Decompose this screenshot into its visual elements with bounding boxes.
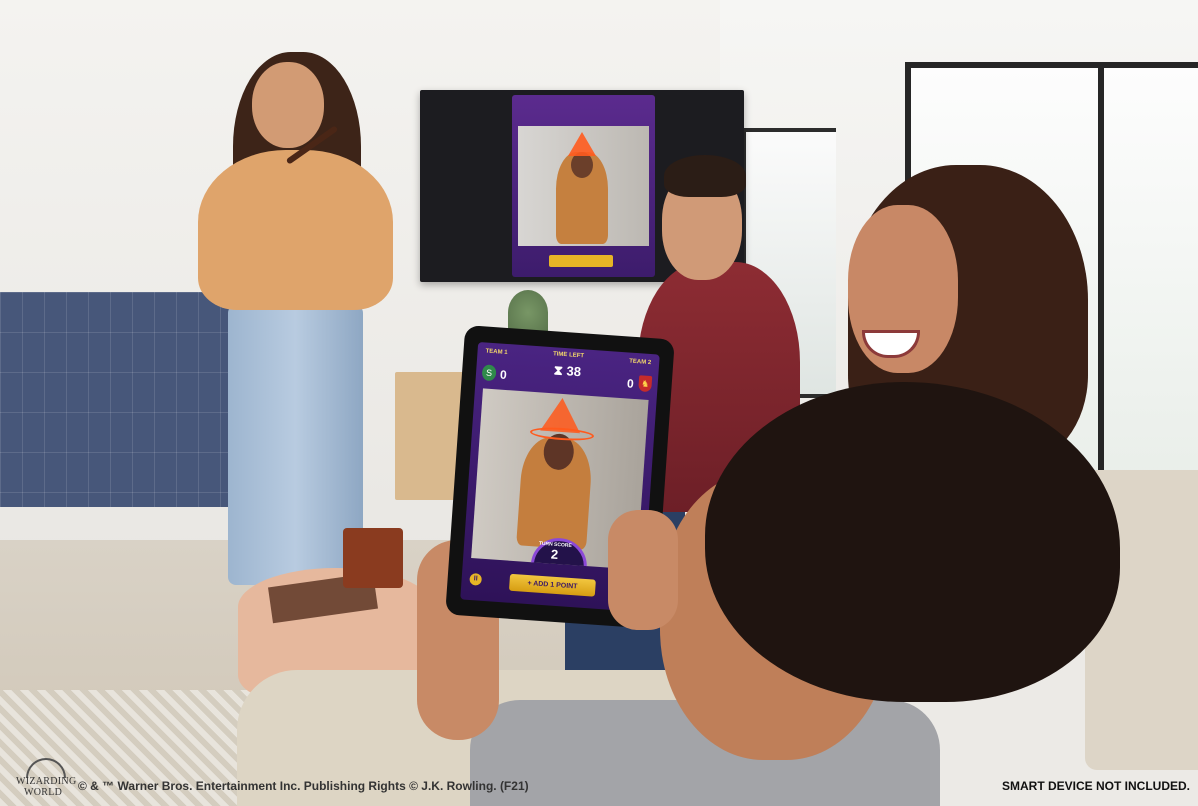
photo-scene: TEAM 1 TEAM 2 TIME LEFT ⧗ 38 S 0 0 ♞ TUR… — [0, 0, 1198, 806]
add-point-button[interactable]: + ADD 1 POINT — [508, 573, 596, 597]
legal-notice: © & ™ Warner Bros. Entertainment Inc. Pu… — [78, 779, 529, 793]
boy-hand — [608, 510, 678, 630]
hourglass-icon: ⧗ — [553, 362, 564, 378]
team2-score: 0 — [626, 376, 635, 391]
logo-sunburst-icon — [26, 758, 66, 778]
logo-line1: WIZARDING — [16, 776, 77, 787]
gryffindor-crest-icon: ♞ — [638, 375, 653, 393]
wizarding-world-logo: WIZARDING WORLD — [16, 758, 76, 802]
time-left-number: 38 — [566, 363, 582, 380]
pause-icon[interactable]: II — [469, 572, 483, 586]
card-chest — [343, 528, 403, 588]
blue-tile-wall — [0, 292, 245, 507]
logo-line2: WORLD — [24, 787, 63, 798]
tv-witch-hat-icon — [568, 132, 596, 156]
device-disclaimer: SMART DEVICE NOT INCLUDED. — [1001, 779, 1190, 793]
girl-face — [252, 62, 324, 148]
man-hair — [664, 155, 746, 197]
tv-add-point-button — [549, 255, 613, 267]
girl-sweater — [198, 150, 393, 310]
window-frame — [1098, 62, 1104, 482]
team1-score: 0 — [499, 367, 508, 383]
slytherin-crest-icon: S — [481, 364, 497, 382]
